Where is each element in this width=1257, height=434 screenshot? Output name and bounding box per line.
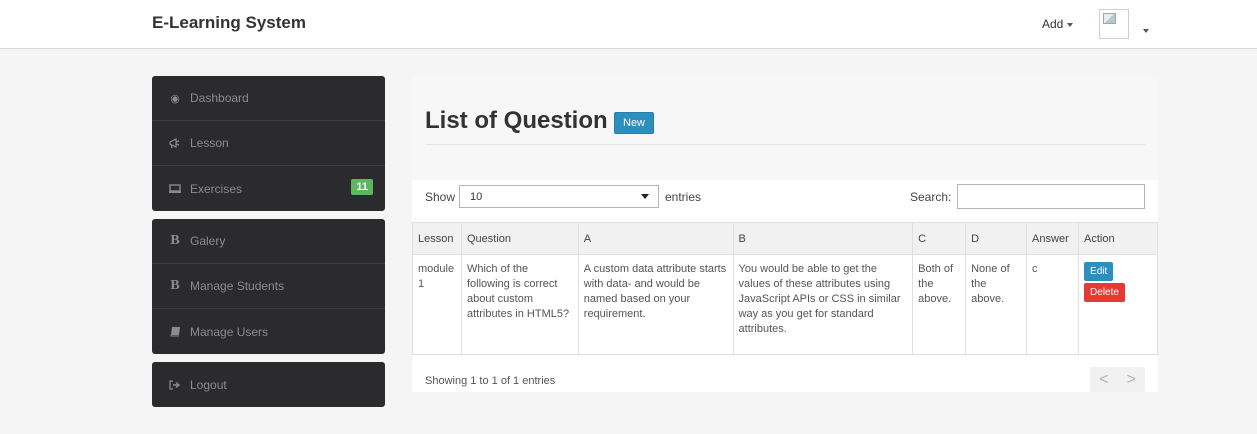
previous-page-button[interactable]: < (1099, 371, 1108, 389)
new-question-button[interactable]: New (614, 112, 655, 134)
column-header-d[interactable]: D (965, 222, 1028, 255)
questions-table: Lesson Question A B C D Answer Action mo… (412, 222, 1158, 355)
add-label: Add (1042, 17, 1064, 31)
sidebar-item-label: Galery (190, 234, 226, 248)
bullhorn-icon (167, 137, 183, 149)
entries-per-page-select[interactable]: 10 (459, 185, 659, 208)
chevron-down-icon (641, 194, 649, 199)
header-divider (425, 144, 1145, 145)
avatar[interactable] (1099, 9, 1129, 39)
cell-option-d: None of the above. (965, 254, 1028, 355)
exercises-count-badge: 11 (351, 179, 373, 195)
sidebar-item-label: Logout (190, 377, 227, 392)
search-input[interactable] (957, 184, 1145, 209)
column-header-b[interactable]: B (732, 222, 914, 255)
bootstrap-b-icon: B (170, 278, 180, 293)
top-navbar: E-Learning System Add (0, 0, 1257, 49)
question-list-panel: List of Question New Show 10 entries Sea… (412, 77, 1158, 392)
sidebar-group-account: Logout (152, 362, 385, 407)
sidebar-item-exercises[interactable]: Exercises 11 (152, 166, 385, 211)
sidebar-item-manage-students[interactable]: B Manage Students (152, 264, 385, 309)
user-menu-toggle[interactable] (1139, 22, 1149, 40)
sidebar-item-lesson[interactable]: Lesson (152, 121, 385, 166)
book-icon (167, 326, 183, 337)
sidebar-item-label: Lesson (190, 136, 229, 150)
table-row: module 1 Which of the following is corre… (412, 254, 1158, 355)
dashboard-icon: ◉ (170, 92, 180, 105)
monitor-icon (167, 183, 183, 194)
table-header-row: Lesson Question A B C D Answer Action (412, 222, 1158, 255)
cell-option-a: A custom data attribute starts with data… (577, 254, 734, 355)
cell-option-c: Both of the above. (912, 254, 967, 355)
panel-header: List of Question New (412, 77, 1158, 180)
entries-select-value: 10 (470, 191, 483, 203)
brand-title[interactable]: E-Learning System (152, 13, 306, 33)
sidebar-item-galery[interactable]: B Galery (152, 219, 385, 264)
column-header-lesson[interactable]: Lesson (412, 222, 462, 255)
broken-image-icon (1103, 13, 1116, 24)
sidebar-group-main: ◉ Dashboard Lesson Exercises 11 (152, 76, 385, 211)
column-header-a[interactable]: A (577, 222, 734, 255)
show-label: Show (425, 190, 456, 204)
sidebar-item-dashboard[interactable]: ◉ Dashboard (152, 76, 385, 121)
cell-lesson: module 1 (412, 254, 462, 355)
table-controls: Show 10 entries Search: (412, 180, 1158, 220)
next-page-button[interactable]: > (1127, 371, 1136, 389)
cell-answer: c (1026, 254, 1080, 355)
cell-option-b: You would be able to get the values of t… (732, 254, 914, 355)
chevron-down-icon (1067, 22, 1074, 27)
chevron-down-icon (1143, 28, 1149, 33)
delete-button[interactable]: Delete (1084, 283, 1125, 302)
sidebar-item-label: Manage Users (190, 324, 269, 339)
pagination: < > (1090, 367, 1145, 392)
add-dropdown[interactable]: Add (1042, 17, 1074, 31)
sign-out-icon (167, 379, 183, 390)
bootstrap-b-icon: B (170, 233, 180, 248)
cell-actions: Edit Delete (1078, 254, 1158, 355)
sidebar-item-label: Exercises (190, 181, 243, 196)
sidebar-item-label: Dashboard (190, 91, 249, 105)
sidebar-item-logout[interactable]: Logout (152, 362, 385, 407)
entries-label: entries (665, 190, 702, 204)
sidebar-item-label: Manage Students (190, 279, 285, 293)
edit-button[interactable]: Edit (1084, 262, 1114, 281)
column-header-c[interactable]: C (912, 222, 967, 255)
sidebar-item-manage-users[interactable]: Manage Users (152, 309, 385, 354)
cell-question: Which of the following is correct about … (460, 254, 579, 355)
page-title: List of Question (425, 107, 608, 134)
column-header-answer[interactable]: Answer (1026, 222, 1080, 255)
column-header-action: Action (1078, 222, 1158, 255)
sidebar-group-manage: B Galery B Manage Students Manage Users (152, 219, 385, 354)
column-header-question[interactable]: Question (460, 222, 579, 255)
table-info: Showing 1 to 1 of 1 entries (425, 375, 556, 387)
search-label: Search: (910, 190, 952, 204)
